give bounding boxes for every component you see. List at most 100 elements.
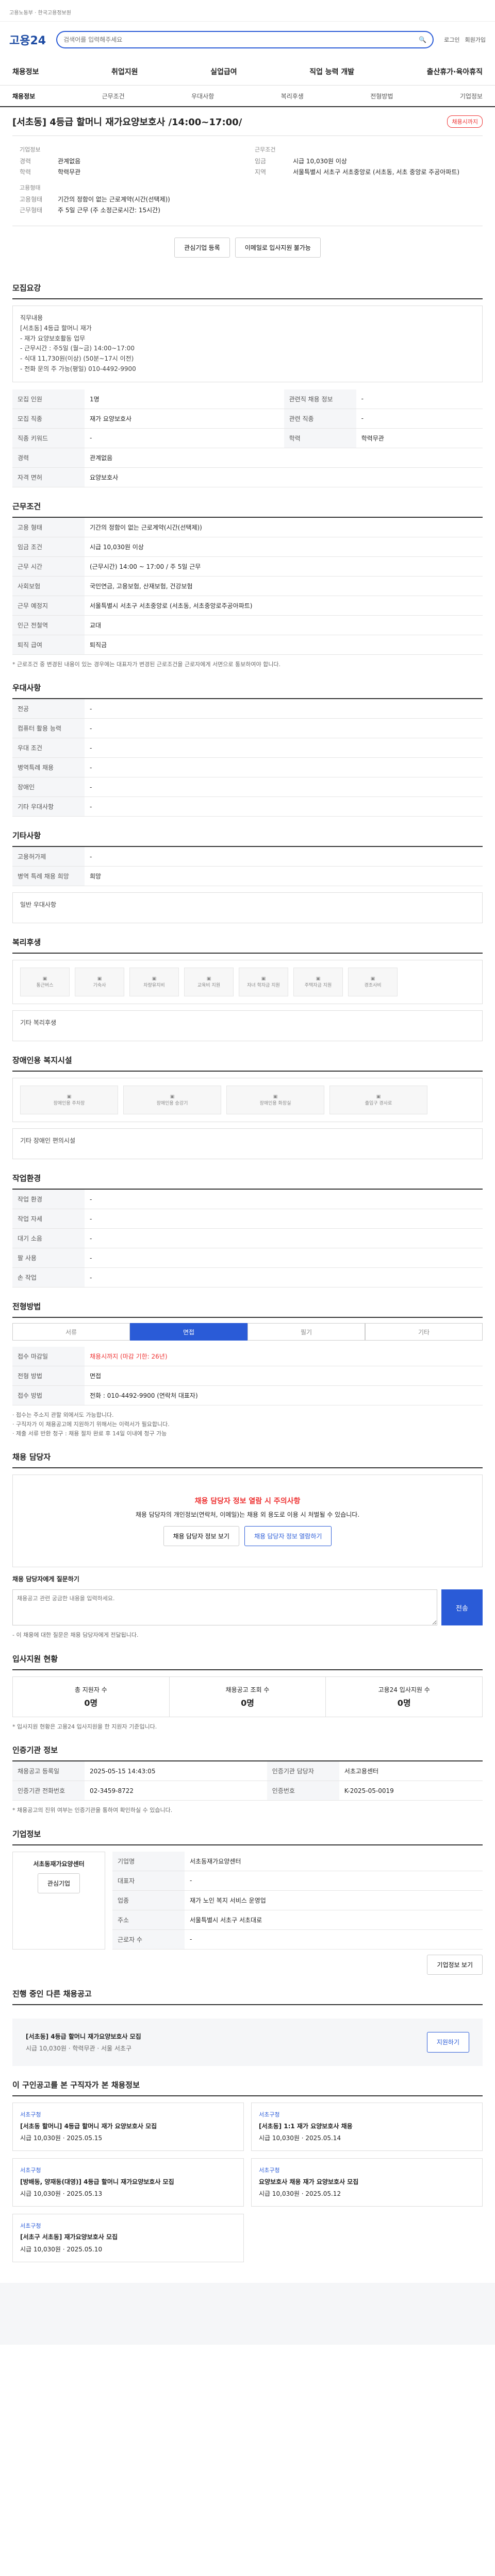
contact-box: 채용 담당자 정보 열람 시 주의사항 채용 담당자의 개인정보(연락처, 이메…: [12, 1475, 483, 1568]
table-key: 모집 직종: [12, 409, 85, 429]
card-tag: 서초구청: [259, 2111, 280, 2118]
tab-company[interactable]: 기업정보: [460, 92, 483, 100]
count-item: 채용공고 조회 수 0명: [170, 1676, 326, 1717]
summary-row: 학력 학력무관: [20, 167, 240, 176]
conditions-note: * 근로조건 중 변경된 내용이 있는 경우에는 대표자가 변경된 근로조건을 …: [12, 660, 280, 668]
table-key: 접수 마감일: [12, 1347, 85, 1367]
table-value: -: [85, 699, 483, 719]
card-meta: 시급 10,030원 · 2025.05.14: [259, 2134, 341, 2142]
recommend-card[interactable]: 서초구청 [서초동] 1:1 재가 요양보호사 채용시급 10,030원 · 20…: [251, 2102, 483, 2151]
welfare-item: ▣ 경조사비: [348, 968, 398, 997]
table-value: 전화 : 010-4492-9900 (연락처 대표자): [85, 1385, 483, 1406]
recommend-card[interactable]: 서초구청 [서초동 할머니] 4등급 할머니 재가 요양보호사 모집 시급 10,0…: [12, 2102, 244, 2151]
summary-row: 근무형태 주 5일 근무 (주 소정근로시간: 15시간): [20, 206, 240, 214]
open-contact-button[interactable]: 채용 담당자 정보 열람하기: [244, 1526, 332, 1547]
table-row: 고용허가제 -: [12, 847, 483, 867]
table-key: 인근 전철역: [12, 615, 85, 635]
table-value: 면접: [85, 1366, 483, 1386]
table-value: 희망: [85, 866, 483, 887]
other-job-apply-button[interactable]: 지원하기: [426, 2031, 469, 2053]
house-icon: ▣: [316, 976, 321, 981]
preference-table: 전공 - 컴퓨터 활용 능력 - 우대 조건 - 병역특례 채용 - 장애인 - 기타 우…: [12, 699, 483, 817]
table-key: 고용허가제: [12, 847, 85, 867]
workenv-table: 작업 환경 - 작업 자세 - 대기 소음 - 팔 사용 - 손 작업 -: [12, 1190, 483, 1288]
table-key: 직종 키워드: [12, 428, 85, 448]
recommend-card[interactable]: 서초구청 [서초구 서초동] 재가요양보호사 모집 시급 10,030원 · 202…: [12, 2213, 244, 2262]
table-row: 컴퓨터 활용 능력 -: [12, 718, 483, 739]
table-value: 기간의 정함이 없는 근로계약(시간(선택제)): [85, 517, 483, 537]
company-box: 서초동재가요양센터 관심기업 기업명 서초동재가요양센터 대표자 - 업종 재가 노인…: [12, 1851, 483, 1950]
signup-link[interactable]: 회원가입: [465, 36, 486, 44]
disability-label: 장애인용 주차장: [53, 1100, 85, 1106]
section-title: 기타사항: [12, 830, 483, 848]
preference-section: 우대사항 전공 - 컴퓨터 활용 능력 - 우대 조건 - 병역특례 채용 - 장애인 -…: [12, 682, 483, 817]
table-row: 근무 시간 (근무시간) 14:00 ~ 17:00 / 주 5일 근무: [12, 556, 483, 577]
tab-recruit[interactable]: 채용정보: [12, 92, 35, 100]
card-tag: 서초구청: [259, 2166, 280, 2174]
login-link[interactable]: 로그인: [444, 36, 459, 44]
other-job-item[interactable]: [서초동] 4등급 할머니 재가요양보호사 모집 시급 10,030원 · 학력…: [12, 2018, 483, 2066]
gnb-leave[interactable]: 출산휴가·육아휴직: [427, 66, 483, 77]
gnb-unemployment-benefit[interactable]: 실업급여: [210, 66, 237, 77]
table-value: (근무시간) 14:00 ~ 17:00 / 주 5일 근무: [85, 556, 483, 577]
section-title: 전형방법: [12, 1301, 483, 1318]
tab-conditions[interactable]: 근무조건: [102, 92, 125, 100]
scholarship-icon: ▣: [261, 976, 266, 981]
summary-key: 임금: [255, 158, 267, 165]
contact-section: 채용 담당자 채용 담당자 정보 열람 시 주의사항 채용 담당자의 개인정보(…: [12, 1451, 483, 1640]
company-card: 서초동재가요양센터 관심기업: [12, 1851, 105, 1950]
welfare-section: 복리후생 ▣ 통근버스 ▣ 기숙사 ▣ 차량유지비 ▣ 교육비 지원 ▣ 자녀 학자금 지…: [12, 937, 483, 1042]
table-value: 서울특별시 서초구 서초중앙로 (서초동, 서초중앙로주공아파트): [85, 596, 483, 616]
table-key: 고용 형태: [12, 517, 85, 537]
counts-box: 총 지원자 수 0명 채용공고 조회 수 0명 고용24 입사지원 수 0명: [12, 1676, 483, 1717]
tab-welfare[interactable]: 복리후생: [281, 92, 304, 100]
table-key: 병역 특례 채용 희망: [12, 866, 85, 887]
summary-value: 주 5일 근무 (주 소정근로시간: 15시간): [58, 207, 160, 214]
table-row: 근무 예정지 서울특별시 서초구 서초중앙로 (서초동, 서초중앙로주공아파트): [12, 596, 483, 616]
card-title: [서초동] 1:1 재가 요양보호사 채용: [259, 2122, 353, 2130]
table-row: 손 작업 -: [12, 1267, 483, 1288]
recommend-card[interactable]: 서초구청 [방배동, 양재동(대영)] 4등급 할머니 재가요양보호사 모집 시급 …: [12, 2158, 244, 2207]
apply-disabled-button[interactable]: 이메일로 입사지원 불가능: [235, 238, 321, 258]
table-value: -: [85, 428, 284, 448]
table-row: 작업 자세 -: [12, 1209, 483, 1229]
table-key: 전형 방법: [12, 1366, 85, 1386]
inquiry-input[interactable]: [12, 1589, 437, 1626]
view-contact-button[interactable]: 채용 담당자 정보 보기: [163, 1526, 239, 1547]
table-value: -: [85, 738, 483, 758]
table-value: 채용시까지 (마감 기한: 26년): [85, 1347, 483, 1367]
table-row: 자격 면허 요양보호사: [12, 467, 483, 487]
table-key: 사회보험: [12, 576, 85, 596]
search-input[interactable]: [63, 36, 414, 43]
summary-value: 학력무관: [58, 168, 81, 176]
table-row: 인근 전철역 교대: [12, 615, 483, 635]
disability-other-box: 기타 장애인 편의시설: [12, 1128, 483, 1160]
disability-section: 장애인용 복지시설 ▣ 장애인용 주차장 ▣ 장애인용 승강기 ▣ 장애인용 화장실 …: [12, 1055, 483, 1160]
table-row: 병역특례 채용 -: [12, 757, 483, 778]
tab-selection[interactable]: 전형방법: [370, 92, 393, 100]
table-row: 채용공고 등록일 2025-05-15 14:43:05 인증기관 담당자 서초고용센…: [12, 1761, 483, 1782]
count-label: 총 지원자 수: [74, 1686, 107, 1693]
welfare-other-box: 기타 복리후생: [12, 1010, 483, 1042]
table-value: 요양보호사: [85, 467, 483, 487]
interest-button[interactable]: 관심기업 등록: [174, 238, 230, 258]
gnb-jobs[interactable]: 채용정보: [12, 66, 39, 77]
company-info-button[interactable]: 기업정보 보기: [427, 1954, 483, 1975]
table-row: 우대 조건 -: [12, 738, 483, 758]
summary-employ-label: 고용형태: [20, 184, 41, 191]
company-interest-button[interactable]: 관심기업: [37, 1873, 80, 1893]
gnb-employment-support[interactable]: 취업지원: [111, 66, 138, 77]
section-title: 장애인용 복지시설: [12, 1055, 483, 1072]
table-row: 직종 키워드 - 학력 학력무관: [12, 428, 483, 448]
summary-conditions: 근무조건 임금 시급 10,030원 이상 지역 서울특별시 서초구 서초중앙로 (…: [248, 145, 483, 216]
table-key: 임금 조건: [12, 537, 85, 557]
recommend-card[interactable]: 서초구청 요양보호사 채용 재가 요양보호사 모집 시급 10,030원 · 202…: [251, 2158, 483, 2207]
inquiry-submit-button[interactable]: 전송: [441, 1589, 483, 1626]
site-logo[interactable]: 고용24: [9, 31, 46, 48]
table-key: 근무 시간: [12, 556, 85, 577]
tab-preference[interactable]: 우대사항: [191, 92, 214, 100]
etc-table: 고용허가제 - 병역 특례 채용 희망 희망: [12, 847, 483, 887]
company-actions: 기업정보 보기: [12, 1954, 483, 1975]
gnb-vocational-training[interactable]: 직업 능력 개발: [309, 66, 354, 77]
search-icon[interactable]: 🔍: [419, 36, 426, 43]
